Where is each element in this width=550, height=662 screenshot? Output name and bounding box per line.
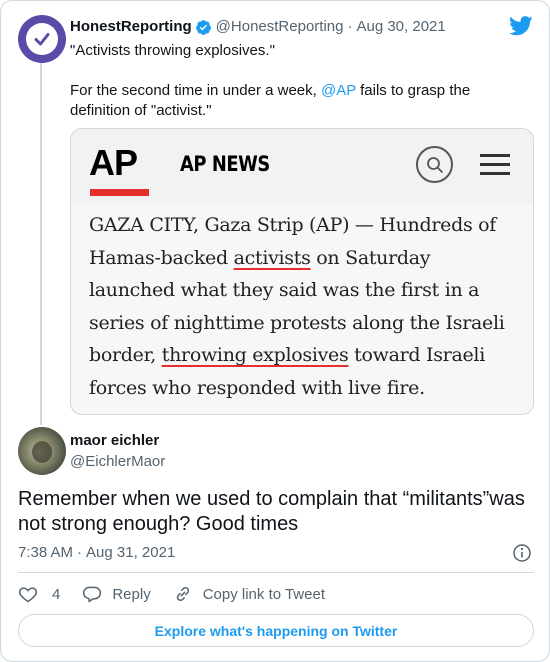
- hamburger-menu-icon: [480, 154, 510, 176]
- reply-bubble-icon: [83, 586, 102, 603]
- tweet-text-line1: "Activists throwing explosives.": [70, 42, 275, 59]
- tweet-date[interactable]: Aug 30, 2021: [356, 17, 445, 37]
- info-icon[interactable]: [512, 543, 532, 563]
- thread-line: [40, 63, 42, 425]
- reply-handle[interactable]: @EichlerMaor: [70, 452, 165, 472]
- tweet-time: 7:38 AM: [18, 544, 74, 561]
- like-count: 4: [52, 585, 61, 603]
- like-button[interactable]: 4: [18, 584, 60, 604]
- article-underlined-explosives: throwing explosives: [161, 344, 349, 366]
- honestreporting-avatar[interactable]: [18, 15, 66, 63]
- eichlermaor-avatar[interactable]: [18, 427, 66, 475]
- tweet-embed-card: HonestReporting @HonestReporting · Aug 3…: [0, 0, 550, 662]
- copy-link-button[interactable]: Copy link to Tweet: [173, 584, 325, 604]
- heart-icon: [19, 587, 37, 603]
- tweet-text-line2-pre: For the second time in under a week,: [70, 82, 321, 99]
- tweet-text: "Activists throwing explosives." For the…: [70, 41, 530, 121]
- reply-label: Reply: [112, 585, 151, 603]
- display-name[interactable]: HonestReporting: [70, 17, 192, 37]
- separator-dot: ·: [77, 544, 83, 561]
- verified-badge-icon: [195, 19, 211, 35]
- copy-link-label: Copy link to Tweet: [202, 585, 325, 603]
- tweet-text-line2: For the second time in under a week, @AP…: [70, 81, 530, 121]
- tweet-media-image[interactable]: AP AP NEWS GAZA CITY, Gaza Strip (AP) — …: [70, 128, 534, 415]
- check-logo-icon: [26, 23, 58, 55]
- tweet-header: HonestReporting @HonestReporting · Aug 3…: [70, 17, 446, 37]
- article-underlined-activists: activists: [233, 246, 311, 269]
- twitter-bird-icon[interactable]: [509, 16, 533, 36]
- mention-link-ap[interactable]: @AP: [321, 82, 356, 99]
- ap-logo-red-bar: [90, 189, 149, 196]
- reply-display-name[interactable]: maor eichler: [70, 431, 159, 451]
- tweet-actions: 4 Reply Copy link to Tweet: [18, 583, 347, 605]
- separator-dot: ·: [347, 18, 353, 35]
- explore-twitter-button[interactable]: Explore what's happening on Twitter: [18, 614, 534, 647]
- article-excerpt: GAZA CITY, Gaza Strip (AP) — Hundreds of…: [89, 209, 519, 404]
- reply-button[interactable]: Reply: [82, 584, 151, 604]
- reply-tweet-text: Remember when we used to complain that “…: [18, 488, 525, 535]
- divider: [18, 572, 534, 573]
- tweet-date: Aug 31, 2021: [86, 544, 176, 561]
- handle[interactable]: @HonestReporting: [216, 17, 344, 37]
- tweet-timestamp[interactable]: 7:38 AM · Aug 31, 2021: [18, 543, 175, 563]
- search-icon: [416, 146, 453, 183]
- link-icon: [176, 586, 189, 602]
- ap-news-title: AP NEWS: [180, 152, 270, 176]
- ap-logo: AP: [89, 142, 138, 183]
